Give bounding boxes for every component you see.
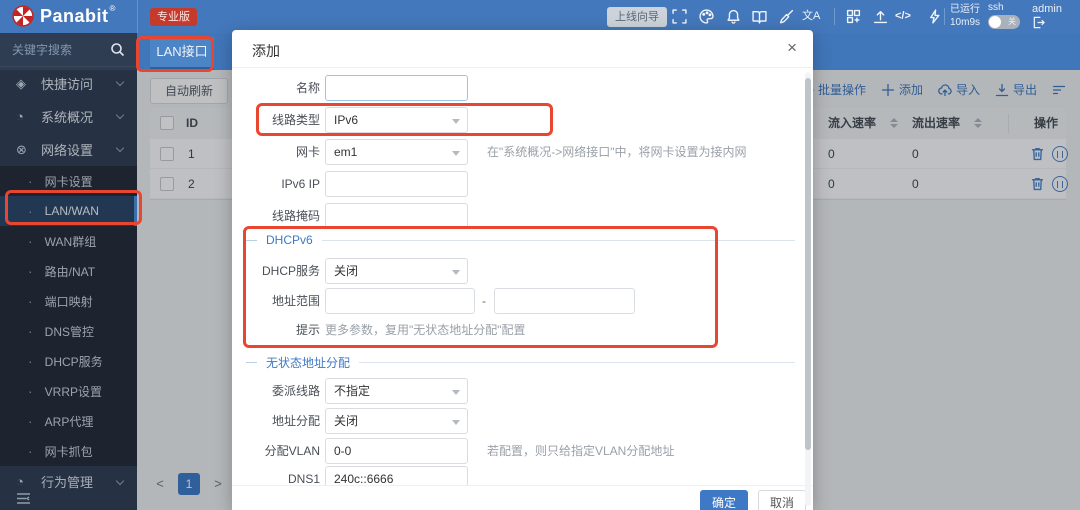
addr-range-start-input[interactable] xyxy=(325,288,475,314)
online-wizard-button[interactable]: 上线向导 xyxy=(607,7,667,27)
translate-icon[interactable]: 文A xyxy=(802,8,820,24)
username: admin xyxy=(1032,3,1062,15)
admin-area: admin xyxy=(1032,3,1062,32)
form-row-addr-range: 地址范围 - xyxy=(232,288,807,314)
nic-select[interactable]: em1 xyxy=(325,139,468,165)
brand-registered-mark: ® xyxy=(110,4,116,13)
broom-icon[interactable] xyxy=(778,9,794,25)
dialog-title: 添加 xyxy=(252,41,280,61)
form-row-name: 名称 xyxy=(232,75,807,101)
ssh-toggle-state: 关 xyxy=(1008,16,1016,28)
grid-icon[interactable] xyxy=(845,9,861,25)
field-label: 线路类型 xyxy=(232,107,320,133)
uptime-status: 已运行 10m9s xyxy=(950,3,980,29)
caret-down-icon xyxy=(452,270,460,275)
section-title: 无状态地址分配 xyxy=(266,354,350,371)
confirm-button[interactable]: 确定 xyxy=(700,490,748,510)
book-icon[interactable] xyxy=(751,9,767,25)
field-label: 地址范围 xyxy=(232,288,320,314)
tab-lan-interface[interactable]: LAN接口 xyxy=(150,37,214,70)
form-row-nic: 网卡 em1 在"系统概况->网络接口"中，将网卡设置为接内网 xyxy=(232,139,807,165)
caret-down-icon xyxy=(452,119,460,124)
pinwheel-logo-icon xyxy=(12,5,34,27)
logout-icon[interactable] xyxy=(1032,16,1062,32)
form-row-line-mask: 线路掩码 xyxy=(232,203,807,229)
field-label: 网卡 xyxy=(232,139,320,165)
sidebar-search xyxy=(0,33,137,67)
caret-down-icon xyxy=(452,420,460,425)
line-type-select[interactable]: IPv6 xyxy=(325,107,468,133)
ssh-toggle-knob xyxy=(989,16,1001,28)
palette-icon[interactable] xyxy=(698,9,714,25)
form-row-line-type: 线路类型 IPv6 xyxy=(232,107,807,133)
add-dialog: 添加 × 名称 线路类型 IPv6 网卡 em1 在"系统概况->网络接口"中，… xyxy=(232,30,813,510)
field-label: 线路掩码 xyxy=(232,203,320,229)
tip-text: 更多参数，复用"无状态地址分配"配置 xyxy=(325,322,526,338)
uptime-label: 已运行 xyxy=(950,3,980,16)
form-row-delegate-line: 委派线路 不指定 xyxy=(232,378,807,404)
header-divider xyxy=(137,0,138,33)
field-label: 分配VLAN xyxy=(232,438,320,464)
dialog-header: 添加 × xyxy=(232,30,813,68)
field-label: IPv6 IP xyxy=(232,171,320,197)
form-row-tip: 提示 更多参数，复用"无状态地址分配"配置 xyxy=(232,322,807,338)
bell-icon[interactable] xyxy=(725,9,741,25)
form-row-dhcp-service: DHCP服务 关闭 xyxy=(232,258,807,284)
delegate-line-select[interactable]: 不指定 xyxy=(325,378,468,404)
nic-hint: 在"系统概况->网络接口"中，将网卡设置为接内网 xyxy=(487,139,747,165)
edition-badge: 专业版 xyxy=(150,8,197,26)
line-mask-input[interactable] xyxy=(325,203,468,229)
addr-range-end-input[interactable] xyxy=(494,288,635,314)
header-separator xyxy=(944,8,945,25)
addr-assign-select[interactable]: 关闭 xyxy=(325,408,468,434)
tip-label: 提示 xyxy=(232,322,320,338)
name-input[interactable] xyxy=(325,75,468,101)
lightning-icon[interactable] xyxy=(926,9,942,25)
section-dhcpv6: DHCPv6 xyxy=(246,232,795,248)
ipv6-ip-input[interactable] xyxy=(325,171,468,197)
assign-vlan-input[interactable] xyxy=(325,438,468,464)
dhcp-service-select[interactable]: 关闭 xyxy=(325,258,468,284)
cancel-button[interactable]: 取消 xyxy=(758,490,806,510)
ssh-area: ssh 关 xyxy=(988,2,1020,29)
panabit-logo[interactable]: Panabit ® xyxy=(12,5,115,27)
ssh-toggle[interactable]: 关 xyxy=(988,15,1020,29)
ssh-label: ssh xyxy=(988,2,1020,13)
caret-down-icon xyxy=(452,151,460,156)
scrollbar-thumb[interactable] xyxy=(805,78,811,450)
caret-down-icon xyxy=(452,390,460,395)
code-icon[interactable]: </> xyxy=(895,8,911,24)
field-label: 地址分配 xyxy=(232,408,320,434)
field-label: DHCP服务 xyxy=(232,258,320,284)
form-row-addr-assign: 地址分配 关闭 xyxy=(232,408,807,434)
top-header: Panabit ® 专业版 上线向导 文A </> 已运行 10m9s ssh … xyxy=(0,0,1080,33)
form-row-assign-vlan: 分配VLAN 若配置，则只给指定VLAN分配地址 xyxy=(232,438,807,464)
range-separator: - xyxy=(482,288,486,314)
upgrade-icon[interactable] xyxy=(872,9,888,25)
form-row-ipv6-ip: IPv6 IP xyxy=(232,171,807,197)
section-stateless: 无状态地址分配 xyxy=(246,354,795,370)
dialog-footer: 确定 取消 xyxy=(232,485,813,510)
fullscreen-icon[interactable] xyxy=(671,9,687,25)
section-title: DHCPv6 xyxy=(266,233,313,247)
modal-scrollbar[interactable] xyxy=(805,72,811,506)
field-label: 委派线路 xyxy=(232,378,320,404)
assign-vlan-hint: 若配置，则只给指定VLAN分配地址 xyxy=(487,438,674,464)
search-icon[interactable] xyxy=(110,42,125,62)
close-icon[interactable]: × xyxy=(787,38,797,58)
field-label: 名称 xyxy=(232,75,320,101)
header-separator xyxy=(834,8,835,25)
search-input[interactable] xyxy=(12,40,102,60)
panabit-screen: Panabit ® 专业版 上线向导 文A </> 已运行 10m9s ssh … xyxy=(0,0,1080,510)
uptime-value: 10m9s xyxy=(950,16,980,29)
brand-name: Panabit xyxy=(40,5,109,27)
